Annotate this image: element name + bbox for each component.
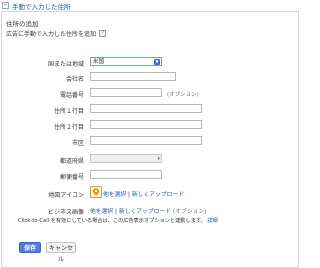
address2-input[interactable]	[90, 120, 202, 129]
notice-text: Click-to-Call を有効にしている場合は、この広告表示オプションと連動…	[18, 218, 206, 224]
chevron-down-icon: ▼	[154, 58, 160, 65]
details-link[interactable]: 詳細	[207, 218, 217, 224]
business-image-upload-link[interactable]: 新しくアップロード	[119, 209, 171, 215]
click-to-call-notice: Click-to-Call を有効にしている場合は、この広告表示オプションと連動…	[18, 217, 218, 224]
company-label: 会社名	[65, 76, 84, 83]
country-select[interactable]: 米国 ▼	[90, 57, 162, 66]
section-header-title[interactable]: 手動で入力した住所	[12, 1, 71, 11]
save-button[interactable]: 保存	[19, 242, 41, 253]
country-label: 国または地域	[47, 61, 84, 68]
state-select[interactable]: ▾	[90, 154, 162, 163]
map-icon-row: 地図アイコン 他を選択 | 新しくアップロード	[2, 186, 298, 199]
map-icon-links: 他を選択 | 新しくアップロード	[103, 189, 184, 198]
city-label: 市区	[71, 140, 84, 147]
map-icon-label: 地図アイコン	[48, 192, 84, 199]
postal-input[interactable]	[90, 170, 162, 179]
city-input[interactable]	[90, 136, 202, 145]
address-panel: 住所の追加 広告に手動で入力した住所を追加 ? 国または地域 米国 ▼ 会社名 …	[1, 11, 299, 268]
business-image-optional-note: (オプション)	[172, 209, 207, 215]
cancel-button[interactable]: キャンセル	[46, 242, 76, 263]
company-row: 会社名	[2, 72, 298, 83]
country-value: 米国	[93, 58, 105, 65]
postal-row: 郵便番号	[2, 170, 298, 181]
phone-input[interactable]	[90, 88, 162, 97]
company-input[interactable]	[90, 72, 176, 81]
address2-row: 住所２行目	[2, 120, 298, 131]
map-pin-icon	[90, 186, 102, 198]
state-label: 都道府県	[59, 158, 84, 165]
map-icon-separator: |	[128, 192, 130, 198]
map-icon-select-link[interactable]: 他を選択	[103, 192, 126, 198]
phone-label: 電話番号	[59, 92, 84, 99]
state-row: 都道府県 ▾	[2, 154, 298, 165]
country-row: 国または地域 米国 ▼	[2, 57, 298, 68]
panel-subtitle: 広告に手動で入力した住所を追加 ?	[6, 29, 107, 38]
panel-subtitle-text: 広告に手動で入力した住所を追加	[6, 31, 97, 38]
address2-label: 住所２行目	[53, 124, 84, 131]
business-image-select-link[interactable]: 他を選択	[90, 209, 113, 215]
panel-title: 住所の追加	[6, 20, 39, 28]
address1-label: 住所１行目	[53, 108, 84, 115]
help-icon[interactable]: ?	[99, 30, 107, 37]
business-image-label: ビジネス画像	[47, 209, 84, 216]
business-image-links: 他を選択 | 新しくアップロード (オプション)	[90, 206, 206, 215]
phone-row: 電話番号 (オプション)	[2, 88, 298, 99]
chevron-down-icon: ▾	[157, 155, 160, 162]
phone-optional-note: (オプション)	[167, 92, 199, 98]
map-icon-upload-link[interactable]: 新しくアップロード	[132, 192, 184, 198]
collapse-toggle[interactable]: −	[2, 2, 9, 9]
section-header: − 手動で入力した住所	[2, 0, 298, 11]
address1-input[interactable]	[90, 104, 202, 113]
city-row: 市区	[2, 136, 298, 147]
address1-row: 住所１行目	[2, 104, 298, 115]
business-image-row: ビジネス画像 他を選択 | 新しくアップロード (オプション)	[2, 205, 298, 216]
postal-label: 郵便番号	[59, 174, 84, 181]
business-image-separator: |	[115, 209, 117, 215]
